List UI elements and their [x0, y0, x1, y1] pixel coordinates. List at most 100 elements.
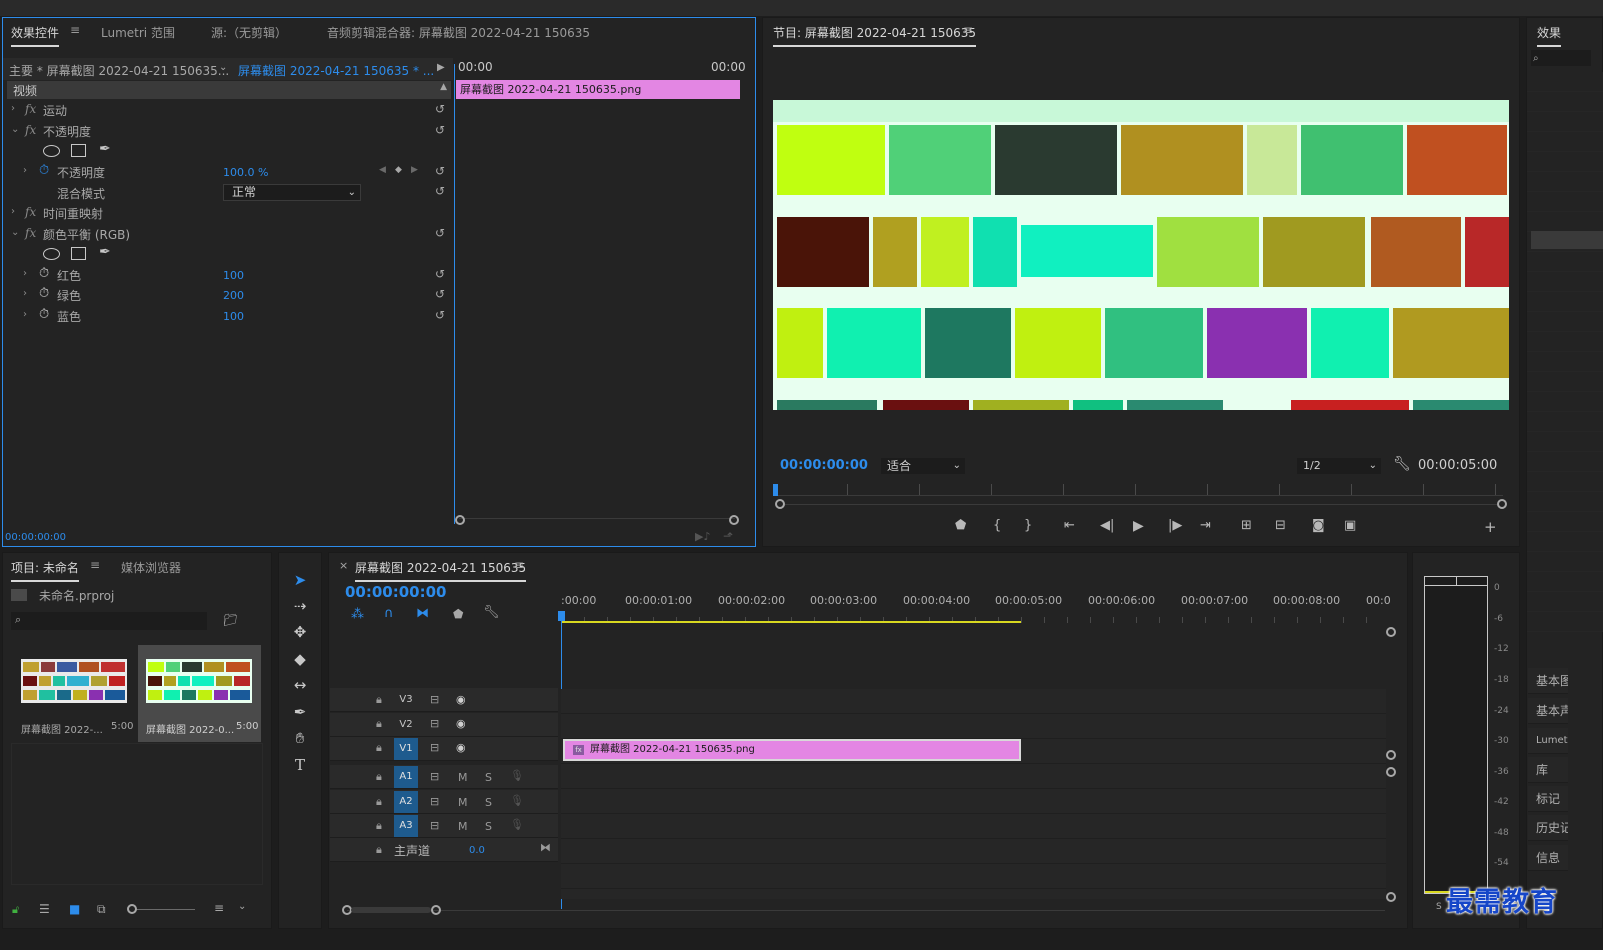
program-scrubber[interactable]	[775, 484, 1503, 496]
mute-button[interactable]: M	[458, 796, 468, 809]
panel-menu-icon[interactable]: ≡	[90, 558, 100, 572]
export-icon[interactable]: ⬏	[723, 529, 733, 543]
stopwatch-icon[interactable]: ⏱	[39, 286, 49, 301]
extract-icon[interactable]: ⊟	[1275, 518, 1286, 533]
stopwatch-icon[interactable]: ⏱	[39, 266, 49, 281]
mute-button[interactable]: M	[458, 771, 468, 784]
reset-icon[interactable]: ↺	[435, 184, 445, 198]
expand-arrow-icon[interactable]: ›	[23, 268, 27, 279]
lock-icon[interactable]: 🔒︎	[376, 819, 382, 833]
comparison-view-icon[interactable]: ▣	[1344, 518, 1356, 533]
go-to-out-icon[interactable]: ⇥	[1200, 518, 1211, 533]
timeline-title[interactable]: 屏幕截图 2022-04-21 150635	[355, 559, 527, 582]
slip-tool-icon[interactable]: ↔	[289, 674, 311, 696]
stopwatch-icon[interactable]: ⏱	[39, 163, 49, 178]
stopwatch-icon[interactable]: ⏱	[39, 307, 49, 322]
microphone-icon[interactable]: 🎙︎	[510, 769, 524, 782]
collapse-arrow-icon[interactable]: ⌄	[11, 124, 19, 135]
sync-lock-icon[interactable]: ⊟	[430, 770, 439, 783]
time-remap-row[interactable]: › fx 时间重映射	[7, 204, 451, 224]
fit-select[interactable]: 适合 ⌄	[881, 458, 965, 474]
project-item[interactable]: 屏幕截图 2022-... 5:00	[13, 645, 135, 742]
solo-button[interactable]: S	[485, 796, 492, 809]
track-name-a2[interactable]: A2	[394, 791, 418, 813]
panel-item-essential-sound[interactable]: 基本声	[1528, 698, 1568, 724]
icon-view-icon[interactable]: ■	[69, 902, 80, 916]
mark-out-icon[interactable]: }	[1024, 518, 1032, 533]
eye-icon[interactable]: ◉	[456, 717, 466, 730]
reset-icon[interactable]: ↺	[435, 267, 445, 281]
panel-item-essential-graphics[interactable]: 基本图	[1528, 668, 1568, 694]
zoom-range[interactable]	[351, 907, 431, 913]
work-area-bar[interactable]	[561, 621, 1021, 623]
fx-icon[interactable]: fx	[25, 205, 36, 219]
expand-arrow-icon[interactable]: ›	[11, 103, 15, 114]
step-forward-icon[interactable]: |▶	[1168, 518, 1182, 533]
razor-tool-icon[interactable]: ◆	[289, 648, 311, 670]
go-to-in-icon[interactable]: ⇤	[1064, 518, 1075, 533]
track-name-a3[interactable]: A3	[394, 815, 418, 837]
lock-icon[interactable]: 🔒︎	[376, 693, 382, 707]
program-timecode[interactable]: 00:00:00:00	[780, 458, 868, 473]
microphone-icon[interactable]: 🎙︎	[510, 818, 524, 831]
mini-scroll-track[interactable]	[459, 518, 735, 524]
lock-icon[interactable]: 🔒︎	[376, 843, 382, 857]
reset-icon[interactable]: ↺	[435, 287, 445, 301]
program-monitor-title[interactable]: 节目: 屏幕截图 2022-04-21 150635	[773, 24, 977, 47]
close-tab-icon[interactable]: ×	[339, 559, 348, 572]
rectangle-mask-icon[interactable]	[71, 144, 86, 157]
panel-item-markers[interactable]: 标记	[1528, 786, 1568, 812]
panel-item-info[interactable]: 信息	[1528, 845, 1568, 871]
track-name-v3[interactable]: V3	[394, 689, 418, 711]
blend-mode-select[interactable]: 正常 ⌄	[223, 184, 361, 201]
snap-icon[interactable]: ∩	[384, 606, 394, 621]
panel-menu-icon[interactable]: ≡	[514, 558, 524, 572]
audio-only-icon[interactable]: ▶♪	[695, 530, 710, 543]
ellipse-mask-icon[interactable]	[43, 248, 60, 260]
add-marker-icon[interactable]: ⬟	[955, 518, 966, 533]
prev-keyframe-icon[interactable]: ◀	[379, 165, 386, 175]
collapse-arrow-icon[interactable]: ⌄	[11, 227, 19, 238]
sequence-clip-label[interactable]: 屏幕截图 2022-04-21 150635 * ...	[238, 62, 434, 79]
reset-icon[interactable]: ↺	[435, 102, 445, 116]
master-track-value[interactable]: 0.0	[469, 845, 485, 856]
mute-button[interactable]: M	[458, 820, 468, 833]
sort-icon[interactable]: ≡	[214, 901, 224, 915]
lock-icon[interactable]: 🔒︎	[376, 717, 382, 731]
export-frame-icon[interactable]: ◙	[1312, 518, 1325, 533]
blue-row[interactable]: › ⏱ 蓝色 100 ↺	[7, 307, 451, 327]
add-marker-icon[interactable]: ⬟	[453, 607, 463, 621]
play-icon[interactable]: ▶	[1133, 518, 1144, 534]
scroll-handle-bottom[interactable]	[1386, 892, 1396, 902]
ellipse-mask-icon[interactable]	[43, 145, 60, 157]
green-row[interactable]: › ⏱ 绿色 200 ↺	[7, 286, 451, 306]
zoom-handle-right[interactable]	[729, 515, 739, 525]
track-name-v2[interactable]: V2	[394, 714, 418, 736]
solo-button[interactable]: S	[485, 771, 492, 784]
reset-icon[interactable]: ↺	[435, 308, 445, 322]
timeline-zoom-track[interactable]	[347, 910, 1385, 911]
play-arrow-icon[interactable]: ▶	[437, 62, 445, 73]
mini-playhead[interactable]	[454, 64, 455, 524]
hand-tool-icon[interactable]: ✋︎	[289, 727, 311, 749]
program-playhead[interactable]	[773, 484, 778, 496]
tab-lumetri-scopes[interactable]: Lumetri 范围	[101, 24, 175, 41]
list-view-icon[interactable]: ☰	[39, 902, 50, 916]
opacity-row[interactable]: ⌄ fx 不透明度 ↺	[7, 122, 451, 142]
lock-icon[interactable]: 🔓︎	[12, 903, 19, 917]
type-tool-icon[interactable]: T	[289, 754, 311, 776]
zoom-track[interactable]	[785, 504, 1497, 505]
sync-lock-icon[interactable]: ⊟	[430, 795, 439, 808]
solo-button[interactable]: S	[485, 820, 492, 833]
effects-tab[interactable]: 效果	[1537, 24, 1562, 47]
expand-arrow-icon[interactable]: ›	[11, 206, 15, 217]
nest-icon[interactable]: ⁂	[351, 607, 364, 622]
project-item-selected[interactable]: 屏幕截图 2022-0... 5:00	[138, 645, 261, 742]
sync-lock-icon[interactable]: ⊟	[430, 693, 439, 706]
panel-menu-icon[interactable]: ≡	[70, 23, 80, 37]
selection-tool-icon[interactable]: ➤	[289, 569, 311, 591]
eye-icon[interactable]: ◉	[456, 741, 466, 754]
quality-select[interactable]: 1/2 ⌄	[1297, 458, 1381, 474]
scroll-handle-top[interactable]	[1386, 627, 1396, 637]
panel-item-library[interactable]: 库	[1528, 757, 1568, 783]
